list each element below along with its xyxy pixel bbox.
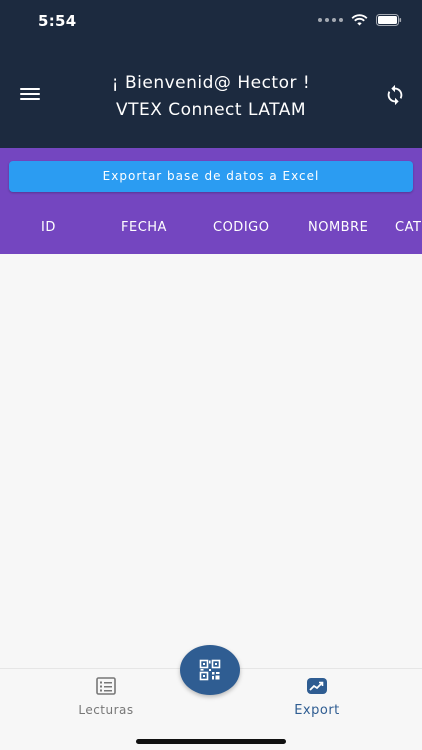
column-header-nombre: NOMBRE xyxy=(308,220,369,235)
list-icon xyxy=(96,677,116,695)
scan-qr-button[interactable] xyxy=(180,645,240,695)
header: 5:54 ¡ Bienvenid@ Hector ! VTEX Connect … xyxy=(0,0,422,148)
column-header-fecha: FECHA xyxy=(121,220,167,235)
column-header-id: ID xyxy=(41,220,56,235)
chart-icon xyxy=(307,678,327,694)
home-indicator[interactable] xyxy=(136,739,286,744)
tab-lecturas-label: Lecturas xyxy=(78,703,134,717)
battery-icon xyxy=(376,14,402,26)
status-icons xyxy=(318,14,402,26)
tab-export[interactable]: Export xyxy=(262,677,372,718)
table-body[interactable] xyxy=(0,254,422,668)
app-root: 5:54 ¡ Bienvenid@ Hector ! VTEX Connect … xyxy=(0,0,422,750)
welcome-title: ¡ Bienvenid@ Hector ! VTEX Connect LATAM xyxy=(60,70,362,124)
qr-code-icon xyxy=(199,659,221,681)
tab-export-label: Export xyxy=(294,703,340,718)
status-time: 5:54 xyxy=(38,12,77,30)
export-panel: Exportar base de datos a Excel ID FECHA … xyxy=(0,148,422,254)
status-bar: 5:54 xyxy=(0,0,422,44)
sync-icon[interactable] xyxy=(384,84,406,106)
tab-lecturas[interactable]: Lecturas xyxy=(51,677,161,717)
event-name: VTEX Connect LATAM xyxy=(115,100,307,120)
export-excel-button[interactable]: Exportar base de datos a Excel xyxy=(9,161,413,192)
column-header-codigo: CODIGO xyxy=(213,220,270,235)
cellular-signal-icon xyxy=(318,18,343,22)
table-header: ID FECHA CODIGO NOMBRE CAT xyxy=(0,220,422,240)
hamburger-menu-icon[interactable] xyxy=(20,84,42,104)
column-header-cat: CAT xyxy=(395,220,422,235)
wifi-icon xyxy=(351,14,368,26)
greeting-text: ¡ Bienvenid@ Hector ! xyxy=(111,73,311,93)
